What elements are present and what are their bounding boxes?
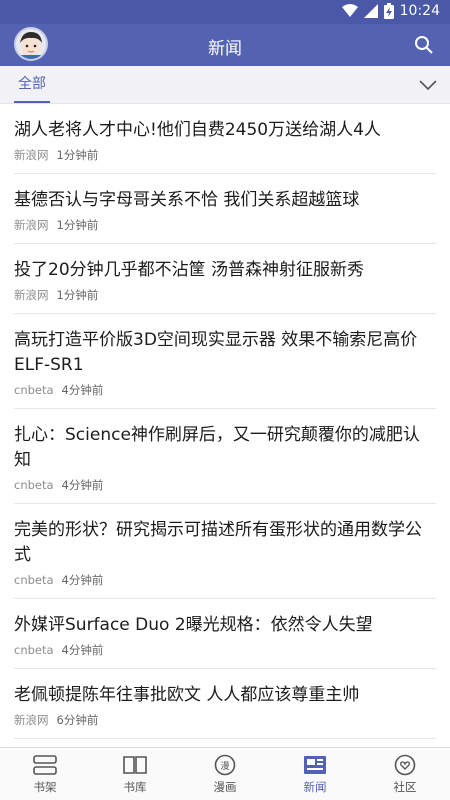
news-headline: 投了20分钟几乎都不沾筐 汤普森神射征服新秀 — [14, 260, 365, 280]
tab-all[interactable]: 全部 — [14, 66, 50, 103]
news-headline: 高玩打造平价版3D空间现实显示器 效果不输索尼高价ELF-SR1 — [14, 330, 418, 375]
nav-community[interactable]: 社区 — [360, 748, 450, 800]
news-time: 4分钟前 — [61, 643, 104, 657]
news-source: cnbeta — [14, 573, 54, 587]
news-item[interactable]: 湖人老将人才中心!他们自费2450万送给湖人4人 新浪网 1分钟前 — [14, 104, 436, 174]
chevron-down-icon[interactable] — [418, 76, 438, 94]
news-meta: cnbeta 4分钟前 — [14, 477, 436, 493]
news-meta: 新浪网 1分钟前 — [14, 147, 436, 163]
news-headline: 基德否认与字母哥关系不恰 我们关系超越篮球 — [14, 190, 360, 210]
news-headline: 完美的形状？研究揭示可描述所有蛋形状的通用数学公式 — [14, 520, 422, 565]
news-source: 新浪网 — [14, 713, 49, 727]
nav-label: 书架 — [33, 780, 57, 794]
news-time: 1分钟前 — [56, 288, 99, 302]
category-tab-bar: 全部 — [0, 66, 450, 104]
news-item[interactable]: 基德否认与字母哥关系不恰 我们关系超越篮球 新浪网 1分钟前 — [14, 174, 436, 244]
news-source: cnbeta — [14, 383, 54, 397]
bookshelf-icon — [33, 755, 57, 775]
nav-label: 漫画 — [213, 780, 237, 794]
news-headline: 外媒评Surface Duo 2曝光规格：依然令人失望 — [14, 615, 373, 635]
nav-bookshelf[interactable]: 书架 — [0, 748, 90, 800]
news-time: 6分钟前 — [56, 713, 99, 727]
news-meta: cnbeta 4分钟前 — [14, 572, 436, 588]
news-meta: cnbeta 4分钟前 — [14, 382, 436, 398]
news-headline: 老佩顿提陈年往事批欧文 人人都应该尊重主帅 — [14, 685, 360, 705]
news-item[interactable]: 高玩打造平价版3D空间现实显示器 效果不输索尼高价ELF-SR1 cnbeta 4… — [14, 314, 436, 409]
community-heart-icon — [394, 754, 416, 776]
news-source: cnbeta — [14, 643, 54, 657]
news-item[interactable]: 完美的形状？研究揭示可描述所有蛋形状的通用数学公式 cnbeta 4分钟前 — [14, 504, 436, 599]
nav-label: 社区 — [393, 780, 417, 794]
news-time: 1分钟前 — [56, 148, 99, 162]
news-source: cnbeta — [14, 478, 54, 492]
comic-icon: 漫 — [214, 754, 236, 776]
news-headline: 扎心：Science神作刷屏后，又一研究颠覆你的减肥认知 — [14, 425, 420, 470]
news-meta: cnbeta 4分钟前 — [14, 642, 436, 658]
app-bar: 新闻 — [0, 24, 450, 66]
wifi-icon — [341, 4, 358, 17]
battery-charging-icon — [383, 3, 394, 19]
news-source: 新浪网 — [14, 288, 49, 302]
news-item[interactable]: 外媒评Surface Duo 2曝光规格：依然令人失望 cnbeta 4分钟前 — [14, 599, 436, 669]
news-meta: 新浪网 1分钟前 — [14, 287, 436, 303]
nav-library[interactable]: 书库 — [90, 748, 180, 800]
news-item[interactable]: 投了20分钟几乎都不沾筐 汤普森神射征服新秀 新浪网 1分钟前 — [14, 244, 436, 314]
news-meta: 新浪网 1分钟前 — [14, 217, 436, 233]
news-source: 新浪网 — [14, 218, 49, 232]
news-item[interactable]: 老佩顿提陈年往事批欧文 人人都应该尊重主帅 新浪网 6分钟前 — [14, 669, 436, 739]
news-source: 新浪网 — [14, 148, 49, 162]
bottom-navigation: 书架 书库 漫 漫画 新闻 社区 — [0, 747, 450, 800]
page-title: 新闻 — [208, 39, 242, 59]
newspaper-icon — [304, 756, 326, 774]
svg-text:漫: 漫 — [220, 760, 229, 772]
news-time: 1分钟前 — [56, 218, 99, 232]
news-item[interactable]: 扎心：Science神作刷屏后，又一研究颠覆你的减肥认知 cnbeta 4分钟前 — [14, 409, 436, 504]
news-time: 4分钟前 — [61, 478, 104, 492]
nav-label: 书库 — [123, 780, 147, 794]
open-book-icon — [123, 756, 147, 774]
signal-icon — [363, 4, 378, 18]
status-time: 10:24 — [399, 3, 440, 19]
news-time: 4分钟前 — [61, 573, 104, 587]
nav-comics[interactable]: 漫 漫画 — [180, 748, 270, 800]
status-bar: 10:24 — [0, 0, 450, 24]
nav-news[interactable]: 新闻 — [270, 748, 360, 800]
search-icon[interactable] — [414, 35, 434, 55]
news-list: 湖人老将人才中心!他们自费2450万送给湖人4人 新浪网 1分钟前 基德否认与字母… — [0, 104, 450, 739]
nav-label: 新闻 — [303, 780, 327, 794]
news-headline: 湖人老将人才中心!他们自费2450万送给湖人4人 — [14, 120, 381, 140]
news-time: 4分钟前 — [61, 383, 104, 397]
news-meta: 新浪网 6分钟前 — [14, 712, 436, 728]
